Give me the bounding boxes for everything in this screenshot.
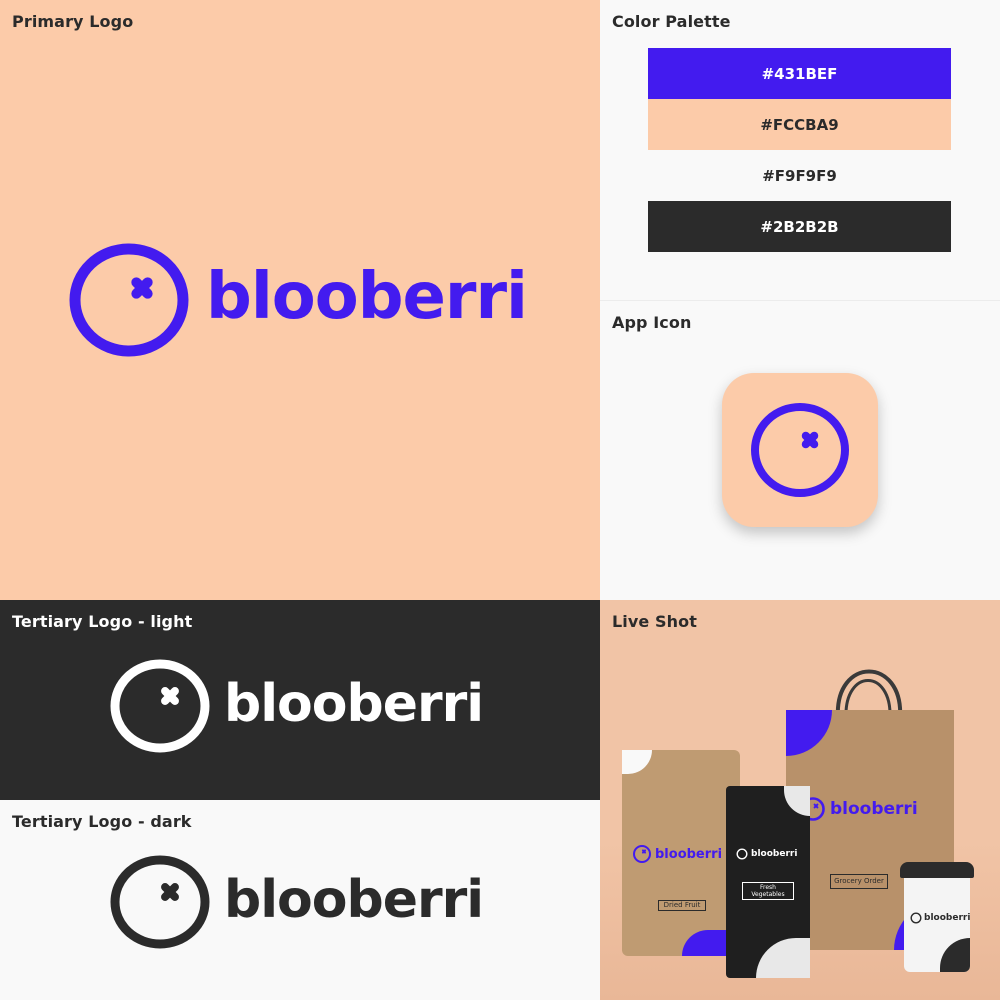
- pouch-label: Dried Fruit: [658, 900, 706, 911]
- swatch-dark: #2B2B2B: [648, 201, 951, 252]
- brand-board: Primary Logo blooberri Color Palette #43…: [0, 0, 1000, 1000]
- primary-logo: blooberri: [68, 242, 528, 358]
- swatch-peach: #FCCBA9: [648, 99, 951, 150]
- app-icon-panel: App Icon: [600, 300, 1000, 600]
- panel-title-primary-logo: Primary Logo: [12, 12, 134, 31]
- cup-accent: [940, 938, 970, 972]
- berry-logo-icon: [110, 659, 210, 753]
- swatch-primary: #431BEF: [648, 48, 951, 99]
- panel-title-color-palette: Color Palette: [612, 12, 731, 31]
- cup-wordmark: blooberri: [924, 913, 971, 923]
- tall-bag-mockup: blooberri Fresh Vegetables: [726, 786, 810, 978]
- panel-title-tertiary-dark: Tertiary Logo - dark: [12, 812, 192, 831]
- berry-logo-icon: [110, 855, 210, 949]
- bag-logo: blooberri: [800, 796, 918, 822]
- cup-logo: blooberri: [910, 912, 970, 924]
- tall-bag-logo: blooberri: [736, 848, 797, 860]
- color-palette-panel: Color Palette #431BEF #FCCBA9 #F9F9F9 #2…: [600, 0, 1000, 300]
- app-icon: [722, 373, 878, 527]
- berry-logo-icon: [69, 243, 189, 357]
- pouch-mockup: blooberri Dried Fruit: [622, 750, 740, 956]
- berry-logo-icon: [633, 845, 651, 863]
- logo-wordmark: blooberri: [206, 260, 528, 334]
- logo-wordmark: blooberri: [224, 674, 484, 734]
- berry-logo-icon: [736, 848, 748, 860]
- tertiary-logo-light-panel: Tertiary Logo - light blooberri: [0, 600, 600, 800]
- tertiary-logo-light: blooberri: [110, 658, 484, 754]
- tertiary-logo-dark: blooberri: [110, 854, 484, 950]
- bag-wordmark: blooberri: [830, 799, 918, 819]
- pouch-wordmark: blooberri: [655, 846, 723, 862]
- panel-title-app-icon: App Icon: [612, 313, 692, 332]
- panel-title-tertiary-light: Tertiary Logo - light: [12, 612, 193, 631]
- tall-bag-wordmark: blooberri: [751, 849, 798, 859]
- cup-body: [904, 878, 970, 972]
- logo-wordmark: blooberri: [224, 870, 484, 930]
- tall-bag-label: Fresh Vegetables: [742, 882, 794, 900]
- berry-logo-icon: [751, 403, 849, 497]
- panel-title-live-shot: Live Shot: [612, 612, 697, 631]
- cup-lid: [900, 862, 974, 878]
- live-shot-panel: Live Shot blooberri Grocery Order bloobe…: [600, 600, 1000, 1000]
- tertiary-logo-dark-panel: Tertiary Logo - dark blooberri: [0, 800, 600, 1000]
- swatch-light: #F9F9F9: [648, 150, 951, 201]
- pouch-logo: blooberri: [632, 844, 722, 864]
- bag-label: Grocery Order: [830, 874, 888, 889]
- primary-logo-panel: Primary Logo blooberri: [0, 0, 600, 600]
- coffee-cup-mockup: blooberri: [900, 862, 974, 972]
- berry-logo-icon: [910, 912, 922, 924]
